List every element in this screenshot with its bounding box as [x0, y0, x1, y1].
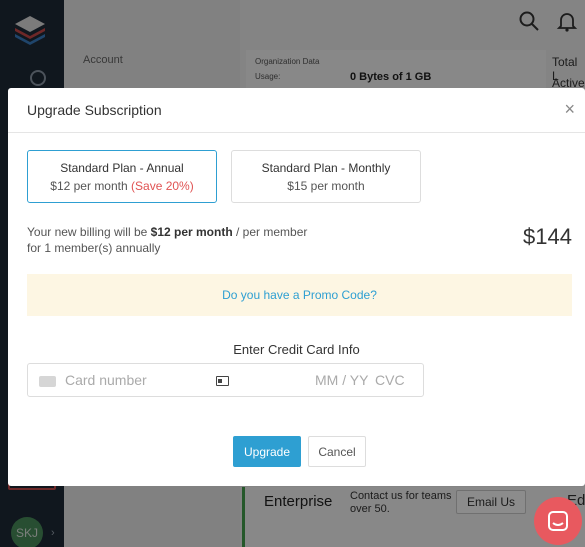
modal-title: Upgrade Subscription	[27, 102, 162, 118]
plan-price: $12 per month (Save 20%)	[50, 179, 194, 193]
upgrade-button[interactable]: Upgrade	[233, 436, 301, 467]
chat-icon	[548, 511, 568, 531]
billing-summary: Your new billing will be $12 per month /…	[27, 225, 308, 255]
modal-header: Upgrade Subscription ×	[8, 88, 585, 133]
credit-card-field[interactable]	[27, 363, 424, 397]
cvc-input[interactable]	[375, 372, 415, 388]
cancel-button[interactable]: Cancel	[308, 436, 366, 467]
upgrade-subscription-modal: Upgrade Subscription × Standard Plan - A…	[8, 88, 585, 486]
plan-option-monthly[interactable]: Standard Plan - Monthly $15 per month	[231, 150, 421, 203]
plan-option-annual[interactable]: Standard Plan - Annual $12 per month (Sa…	[27, 150, 217, 203]
total-price: $144	[523, 224, 572, 249]
plan-price: $15 per month	[287, 179, 365, 193]
expiry-input[interactable]	[315, 372, 375, 388]
card-number-input[interactable]	[65, 372, 205, 388]
autofill-card-icon[interactable]	[216, 376, 229, 386]
plan-name: Standard Plan - Monthly	[261, 161, 391, 175]
promo-code-link[interactable]: Do you have a Promo Code?	[222, 288, 377, 302]
chat-launcher-button[interactable]	[534, 497, 582, 545]
promo-banner: Do you have a Promo Code?	[27, 274, 572, 316]
close-icon[interactable]: ×	[564, 100, 575, 118]
credit-card-icon	[39, 376, 56, 387]
billing-amount: $12 per month	[150, 225, 233, 239]
credit-card-label: Enter Credit Card Info	[233, 342, 360, 357]
savings-badge: (Save 20%)	[131, 179, 194, 193]
plan-name: Standard Plan - Annual	[60, 161, 184, 175]
